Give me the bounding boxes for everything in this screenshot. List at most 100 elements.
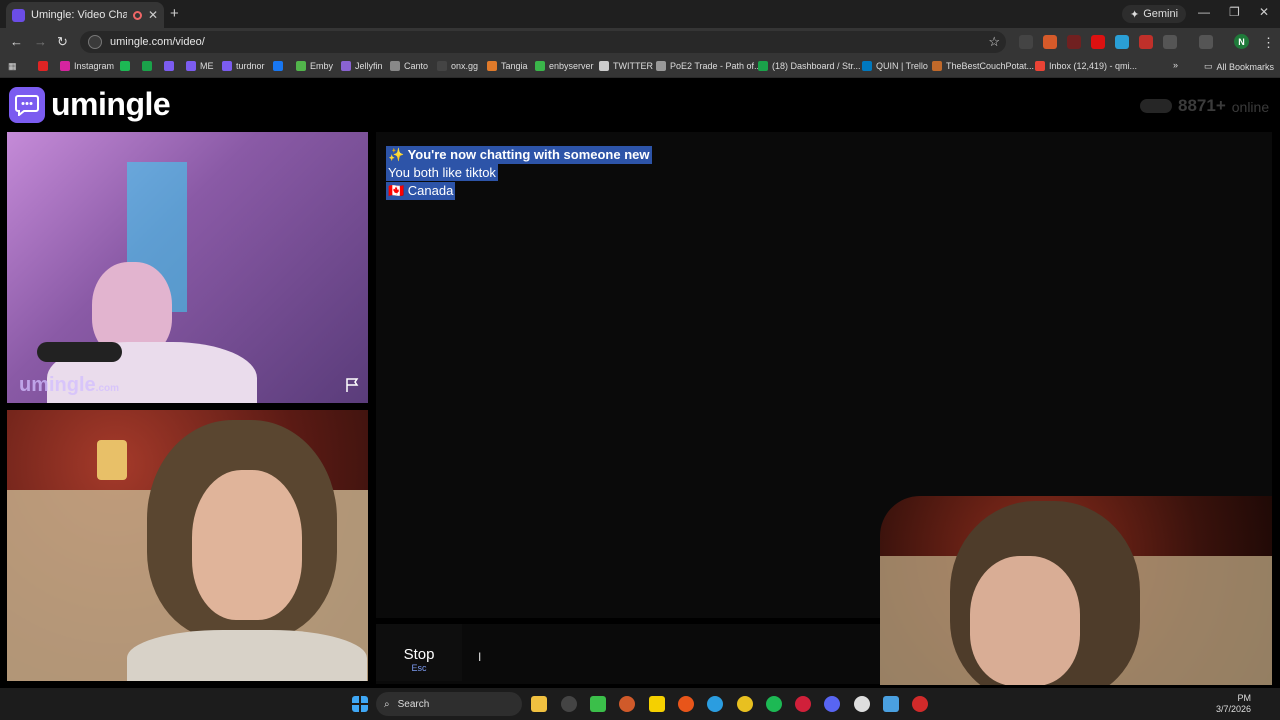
bookmark-item[interactable]: TheBestCouchPotat... xyxy=(932,61,1034,71)
bookmark-favicon-icon xyxy=(186,61,196,71)
tab-title: Umingle: Video Chat with S xyxy=(31,9,127,21)
opera-icon[interactable] xyxy=(795,696,811,712)
all-bookmarks[interactable]: ▭ All Bookmarks xyxy=(1204,61,1274,72)
discord-icon[interactable] xyxy=(824,696,840,712)
lamp xyxy=(97,440,127,480)
bookmark-item[interactable] xyxy=(120,61,130,71)
bookmark-label: Canto xyxy=(404,61,429,71)
address-bar[interactable]: umingle.com/video/ ☆ xyxy=(80,31,1006,53)
bookmark-star-icon[interactable]: ☆ xyxy=(988,34,1000,50)
close-tab-icon[interactable]: ✕ xyxy=(148,8,158,22)
microphone xyxy=(37,342,122,362)
bookmark-favicon-icon xyxy=(273,61,283,71)
bookmark-item[interactable]: Emby xyxy=(296,61,333,71)
search-icon: ⌕ xyxy=(384,698,390,710)
clock-time: PM xyxy=(1237,693,1252,703)
windows-start-icon[interactable] xyxy=(352,696,368,712)
bookmark-label: onx.gg xyxy=(451,61,479,71)
umingle-favicon-icon xyxy=(12,8,25,22)
site-info-icon[interactable] xyxy=(88,35,102,49)
tab-umingle[interactable]: Umingle: Video Chat with S ✕ xyxy=(6,2,164,28)
bookmark-label: TWITTER xyxy=(613,61,653,71)
app-orange-icon[interactable] xyxy=(619,696,635,712)
taskbar-search[interactable]: ⌕ Search xyxy=(376,692,522,716)
bookmark-item[interactable]: (18) Dashboard / Str... xyxy=(758,61,861,71)
sticky-notes-icon[interactable] xyxy=(649,696,665,712)
file-explorer-icon[interactable] xyxy=(531,696,547,712)
side-panel-icon[interactable] xyxy=(1199,35,1213,49)
steam-icon[interactable] xyxy=(854,696,870,712)
pip-face xyxy=(970,556,1080,685)
reload-icon[interactable]: ↻ xyxy=(57,34,68,50)
bookmark-item[interactable] xyxy=(164,61,174,71)
extension-youtube-icon[interactable] xyxy=(1091,35,1105,49)
bookmark-label: Jellyfin xyxy=(355,61,383,71)
extension-k-icon[interactable] xyxy=(1019,35,1033,49)
more-bookmarks-icon[interactable]: » xyxy=(1173,60,1178,70)
bookmark-item[interactable]: onx.gg xyxy=(437,61,478,71)
gemini-button[interactable]: ✦ Gemini xyxy=(1122,5,1187,23)
all-bookmarks-label: All Bookmarks xyxy=(1216,61,1275,72)
bookmark-item[interactable]: ME xyxy=(186,61,214,71)
bookmark-favicon-icon xyxy=(599,61,609,71)
close-window-icon[interactable]: ✕ xyxy=(1259,5,1269,19)
bookmark-favicon-icon xyxy=(1035,61,1045,71)
report-flag-icon[interactable] xyxy=(344,377,360,393)
notepad-icon[interactable] xyxy=(883,696,899,712)
bookmark-item[interactable]: QUIN | Trello xyxy=(862,61,928,71)
bookmark-item[interactable]: Tangia xyxy=(487,61,528,71)
stranger-video: umingle.com xyxy=(7,132,368,403)
sparkle-icon: ✦ xyxy=(1130,8,1140,21)
message-input[interactable] xyxy=(468,624,878,681)
app-red-icon[interactable] xyxy=(912,696,928,712)
bookmark-favicon-icon xyxy=(487,61,497,71)
menu-kebab-icon[interactable]: ⋮ xyxy=(1262,35,1275,51)
bookmark-item[interactable]: turdnor xyxy=(222,61,265,71)
bookmark-item[interactable]: Inbox (12,419) - qmi... xyxy=(1035,61,1137,71)
extension-record-icon[interactable] xyxy=(1067,35,1081,49)
windows-taskbar: ⌕ Search PM 3/7/2026 xyxy=(0,688,1280,720)
brand-name: umingle xyxy=(51,86,171,122)
firefox-icon[interactable] xyxy=(678,696,694,712)
bookmark-label: PoE2 Trade - Path of... xyxy=(670,61,762,71)
bookmark-label: ME xyxy=(200,61,214,71)
bookmark-favicon-icon xyxy=(120,61,130,71)
minimize-icon[interactable]: — xyxy=(1198,5,1210,19)
profile-avatar[interactable]: N xyxy=(1234,34,1249,49)
bookmark-item[interactable]: PoE2 Trade - Path of... xyxy=(656,61,762,71)
bookmark-item[interactable]: Jellyfin xyxy=(341,61,383,71)
bookmark-favicon-icon xyxy=(437,61,447,71)
restore-icon[interactable]: ❐ xyxy=(1229,5,1240,19)
system-clock[interactable]: PM 3/7/2026 xyxy=(1216,693,1251,715)
edge-icon[interactable] xyxy=(707,696,723,712)
extension-fox-icon[interactable] xyxy=(1043,35,1057,49)
bookmark-favicon-icon xyxy=(862,61,872,71)
stop-shortcut: Esc xyxy=(411,663,427,673)
extension-red-icon[interactable] xyxy=(1139,35,1153,49)
forward-icon[interactable]: → xyxy=(34,34,47,49)
theme-toggle[interactable] xyxy=(1140,99,1172,113)
stop-button[interactable]: Stop Esc xyxy=(376,624,462,681)
spotify-icon[interactable] xyxy=(766,696,782,712)
app-icon[interactable] xyxy=(561,696,577,712)
bookmark-item[interactable] xyxy=(38,61,48,71)
extensions-puzzle-icon[interactable] xyxy=(1163,35,1177,49)
umingle-logo[interactable]: umingle xyxy=(9,86,171,123)
bookmark-item[interactable]: Instagram xyxy=(60,61,114,71)
new-tab-button[interactable]: + xyxy=(170,5,179,22)
apps-grid-icon[interactable]: ▦ xyxy=(8,61,17,72)
bookmark-item[interactable] xyxy=(142,61,152,71)
back-icon[interactable]: ← xyxy=(10,34,23,49)
bookmark-item[interactable]: enbyserver xyxy=(535,61,594,71)
extension-translate-icon[interactable] xyxy=(1115,35,1129,49)
umingle-page: umingle 8871+ online umingle.com ✨ You'r… xyxy=(0,78,1280,685)
bookmark-favicon-icon xyxy=(535,61,545,71)
chrome-icon[interactable] xyxy=(737,696,753,712)
bookmark-item[interactable]: Canto xyxy=(390,61,428,71)
search-label: Search xyxy=(397,698,430,710)
folder-icon: ▭ xyxy=(1204,61,1213,71)
play-icon[interactable] xyxy=(590,696,606,712)
picture-in-picture-video xyxy=(880,496,1272,685)
bookmark-item[interactable] xyxy=(273,61,283,71)
bookmark-item[interactable]: TWITTER xyxy=(599,61,653,71)
